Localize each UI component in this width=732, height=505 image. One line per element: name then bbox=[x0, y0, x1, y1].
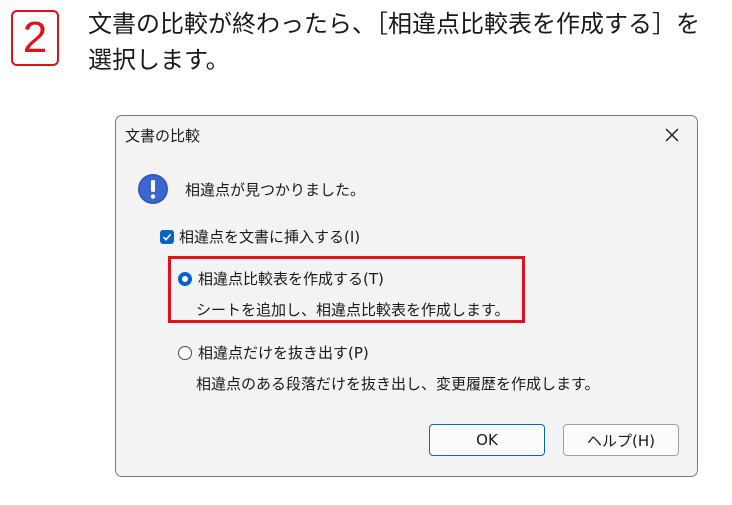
ok-button[interactable]: OK bbox=[429, 424, 545, 456]
close-button[interactable] bbox=[661, 124, 683, 146]
extract-diffs-description: 相違点のある段落だけを抜き出し、変更履歴を作成します。 bbox=[196, 375, 600, 393]
step-number-badge: 2 bbox=[11, 10, 59, 66]
step-instruction: 文書の比較が終わったら、［相違点比較表を作成する］を 選択します。 bbox=[88, 6, 728, 78]
insert-diff-checkbox[interactable] bbox=[160, 229, 174, 244]
step-number: 2 bbox=[22, 13, 48, 62]
ok-button-label: OK bbox=[476, 431, 498, 449]
dialog-message: 相違点が見つかりました。 bbox=[185, 181, 366, 199]
step-instruction-line-1: 文書の比較が終わったら、［相違点比較表を作成する］を bbox=[88, 10, 700, 38]
help-button[interactable]: ヘルプ(H) bbox=[563, 424, 679, 456]
close-icon bbox=[665, 128, 679, 142]
help-button-label: ヘルプ(H) bbox=[587, 431, 655, 450]
checkmark-icon bbox=[162, 233, 172, 241]
exclamation-icon bbox=[138, 174, 168, 204]
extract-diffs-radio[interactable] bbox=[178, 345, 192, 360]
step-instruction-line-2: 選択します。 bbox=[88, 46, 230, 74]
option-extract-diffs[interactable]: 相違点だけを抜き出す(P) bbox=[178, 342, 369, 363]
insert-diff-checkbox-label: 相違点を文書に挿入する(I) bbox=[179, 228, 361, 246]
highlight-frame bbox=[168, 256, 525, 323]
page: 2 文書の比較が終わったら、［相違点比較表を作成する］を 選択します。 文書の比… bbox=[0, 0, 732, 505]
dialog-title: 文書の比較 bbox=[125, 127, 201, 145]
insert-diff-checkbox-row[interactable]: 相違点を文書に挿入する(I) bbox=[160, 226, 360, 247]
extract-diffs-label: 相違点だけを抜き出す(P) bbox=[198, 344, 369, 362]
